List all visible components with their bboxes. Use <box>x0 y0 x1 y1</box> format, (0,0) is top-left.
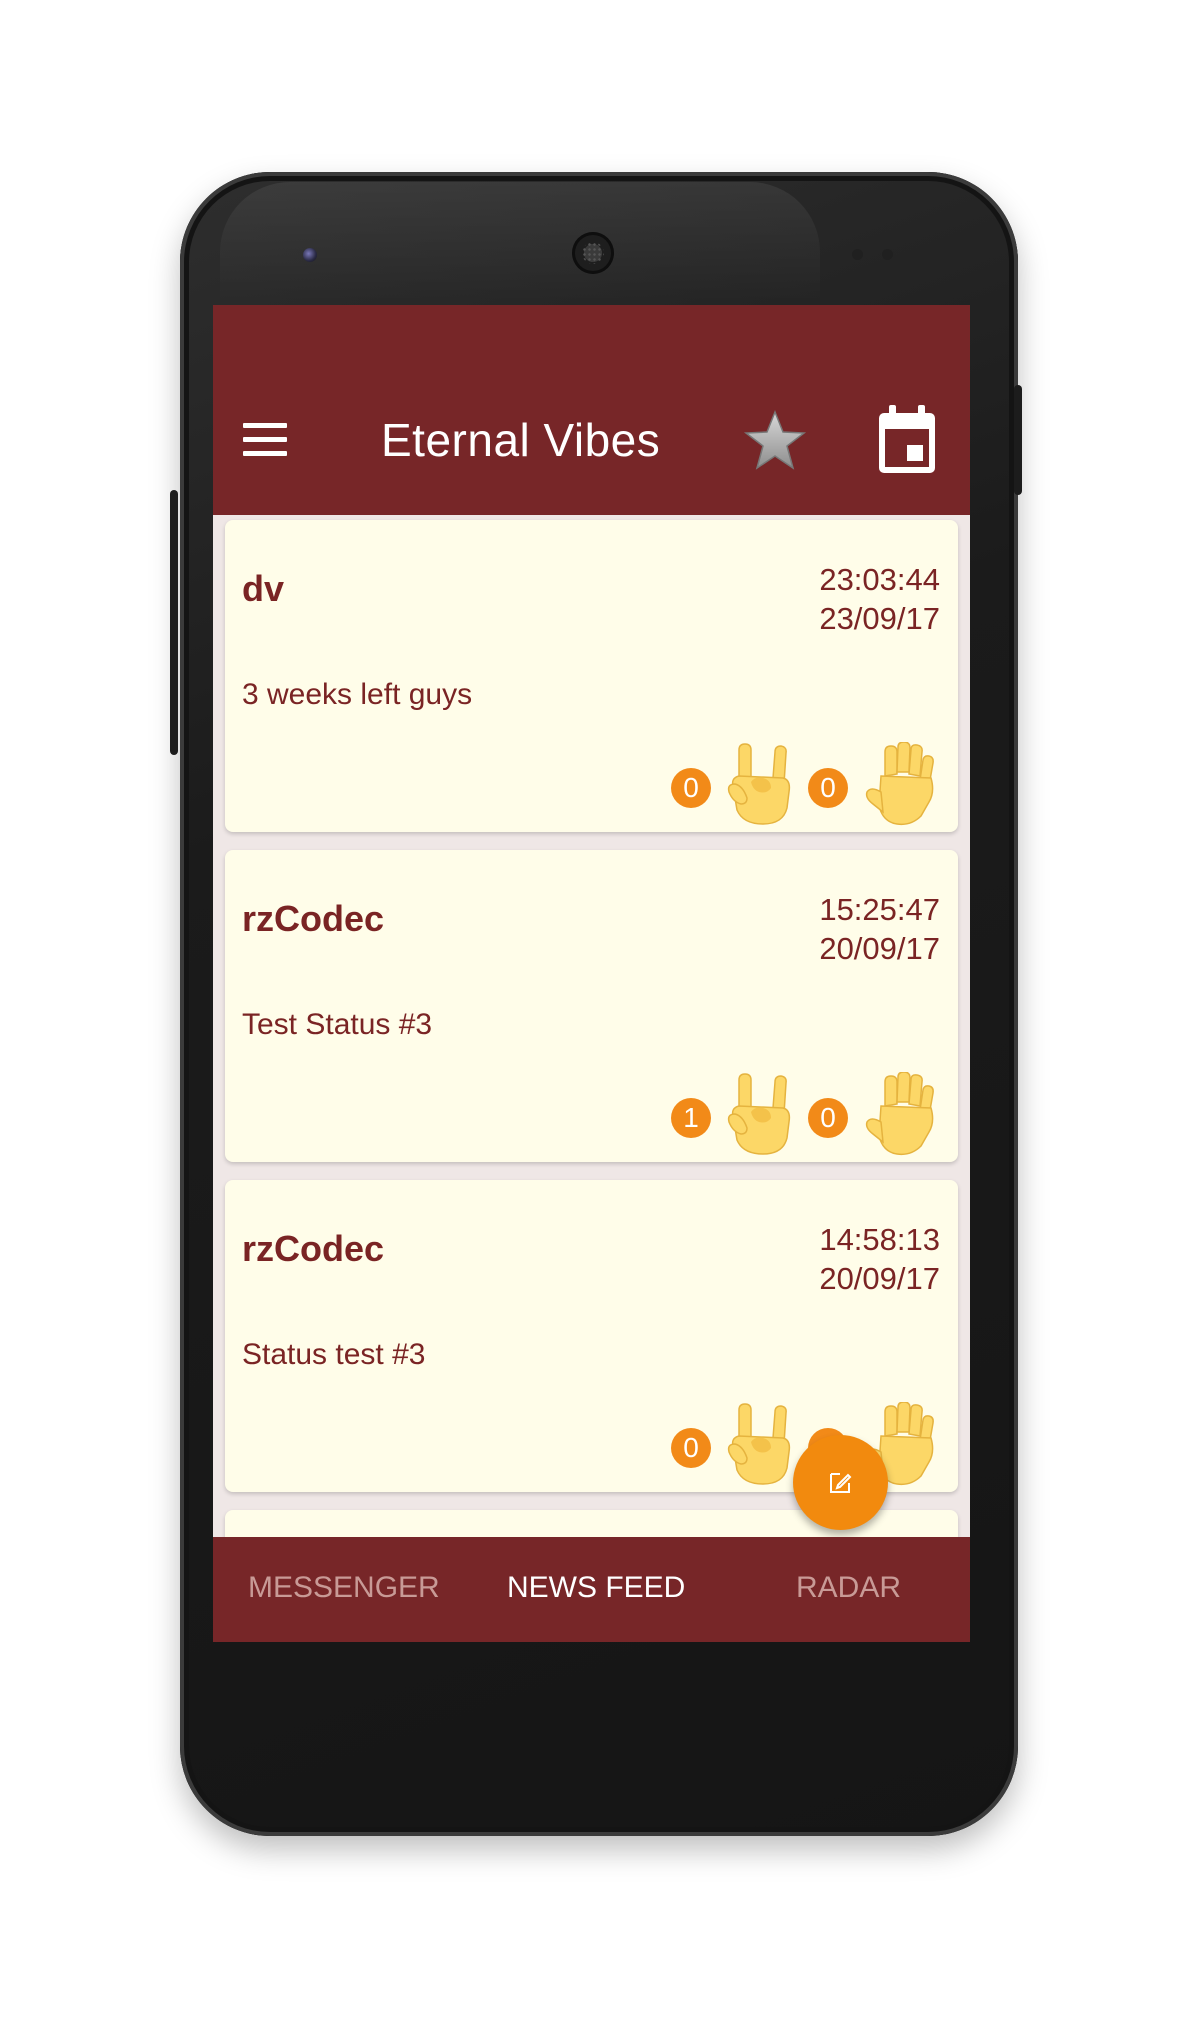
hand-count-badge: 0 <box>808 768 848 808</box>
light-sensor <box>882 249 893 260</box>
raised-hand-icon[interactable] <box>861 1072 941 1156</box>
menu-icon[interactable] <box>243 423 287 457</box>
volume-button <box>170 490 178 755</box>
post-text: Status test #3 <box>242 1338 426 1371</box>
tab-radar[interactable]: RADAR <box>796 1571 901 1605</box>
rock-count-badge: 0 <box>671 768 711 808</box>
post-date: 23/09/17 <box>819 601 940 636</box>
hand-count-badge: 0 <box>808 1098 848 1138</box>
app-screen: Eternal Vibes dv 23:03:44 23/09/17 3 wee… <box>213 305 970 1642</box>
rock-count-badge: 0 <box>671 1428 711 1468</box>
post-card[interactable]: rzCodec 15:25:47 20/09/17 Test Status #3… <box>225 850 958 1162</box>
raised-hand-icon[interactable] <box>861 742 941 826</box>
tab-news-feed[interactable]: NEWS FEED <box>507 1571 685 1605</box>
edit-icon <box>830 1473 852 1493</box>
front-camera <box>303 248 317 262</box>
post-author: dv <box>242 568 285 609</box>
bottom-tab-bar: MESSENGER NEWS FEED RADAR <box>213 1537 970 1642</box>
earpiece-speaker <box>572 232 614 274</box>
rock-on-hand-icon[interactable] <box>725 742 795 826</box>
post-time: 14:58:13 <box>819 1222 940 1257</box>
proximity-sensor <box>852 249 863 260</box>
post-date: 20/09/17 <box>819 1261 940 1296</box>
app-bar: Eternal Vibes <box>213 305 970 515</box>
news-feed-list: dv 23:03:44 23/09/17 3 weeks left guys 0… <box>225 520 958 1550</box>
rock-count-badge: 1 <box>671 1098 711 1138</box>
post-date: 20/09/17 <box>819 931 940 966</box>
phone-gloss <box>220 182 820 302</box>
post-card[interactable]: dv 23:03:44 23/09/17 3 weeks left guys 0… <box>225 520 958 832</box>
calendar-icon[interactable] <box>877 405 937 475</box>
post-time: 15:25:47 <box>819 892 940 927</box>
rock-on-hand-icon[interactable] <box>725 1072 795 1156</box>
star-icon[interactable] <box>743 409 807 473</box>
tab-messenger[interactable]: MESSENGER <box>248 1571 440 1605</box>
post-text: 3 weeks left guys <box>242 678 473 711</box>
power-button <box>1014 385 1022 495</box>
post-time: 23:03:44 <box>819 562 940 597</box>
app-title: Eternal Vibes <box>381 414 661 466</box>
post-author: rzCodec <box>242 1228 385 1269</box>
post-author: rzCodec <box>242 898 385 939</box>
rock-on-hand-icon[interactable] <box>725 1402 795 1486</box>
post-text: Test Status #3 <box>242 1008 433 1041</box>
compose-button[interactable] <box>793 1435 888 1530</box>
